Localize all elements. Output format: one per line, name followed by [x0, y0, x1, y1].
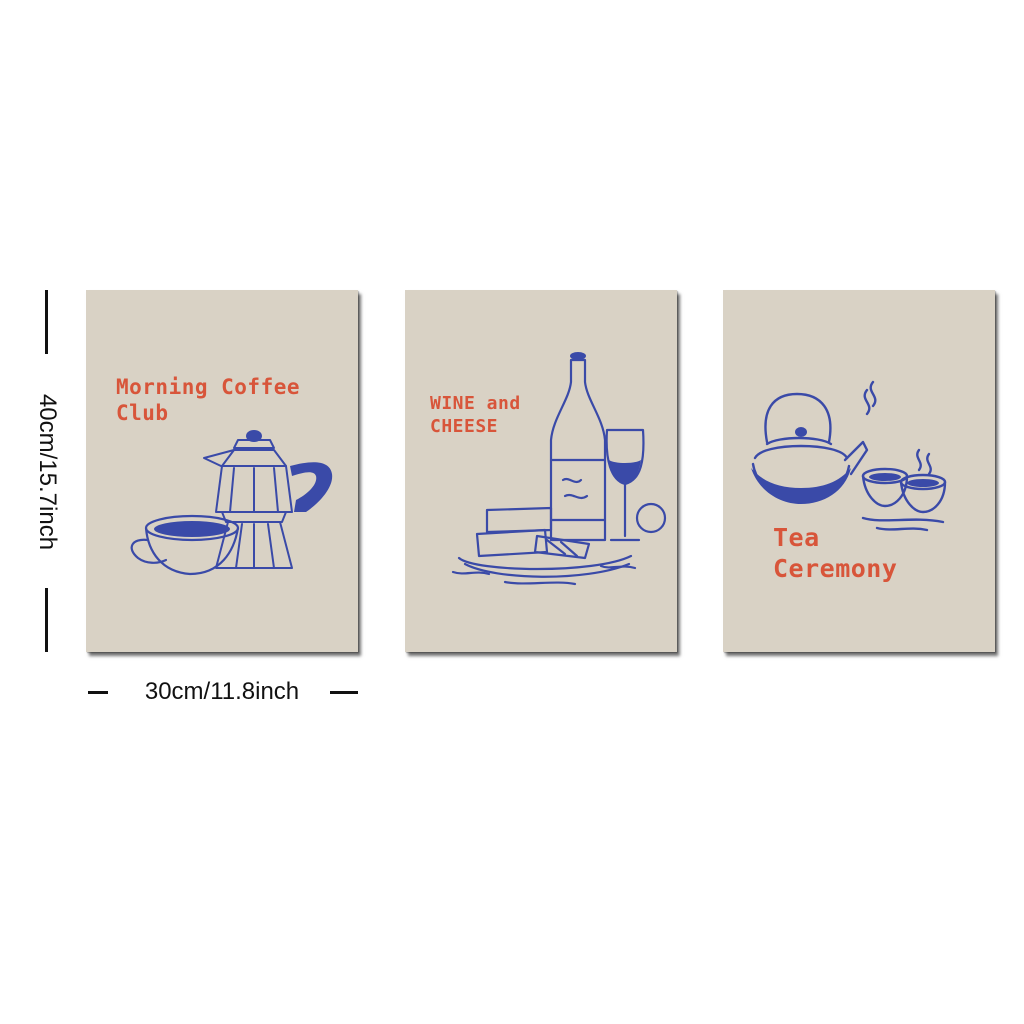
poster-tea-ceremony: Tea Ceremony: [723, 290, 995, 652]
teapot-and-tea-cups-illustration: [751, 380, 947, 532]
width-dimension-line-left: [88, 691, 108, 694]
wine-and-cheese-illustration: [451, 352, 667, 586]
product-image: 40cm/15.7inch 30cm/11.8inch Morning Coff…: [0, 0, 1024, 1024]
height-dimension-line-bottom: [45, 588, 48, 652]
height-dimension-label: 40cm/15.7inch: [34, 393, 61, 551]
poster-wine-and-cheese: WINE and CHEESE: [405, 290, 677, 652]
width-dimension-line-right: [330, 691, 358, 694]
moka-pot-and-coffee-cup-illustration: [130, 430, 333, 576]
poster-morning-coffee: Morning Coffee Club: [86, 290, 358, 652]
width-dimension-label: 30cm/11.8inch: [144, 678, 300, 705]
height-dimension-line-top: [45, 290, 48, 354]
